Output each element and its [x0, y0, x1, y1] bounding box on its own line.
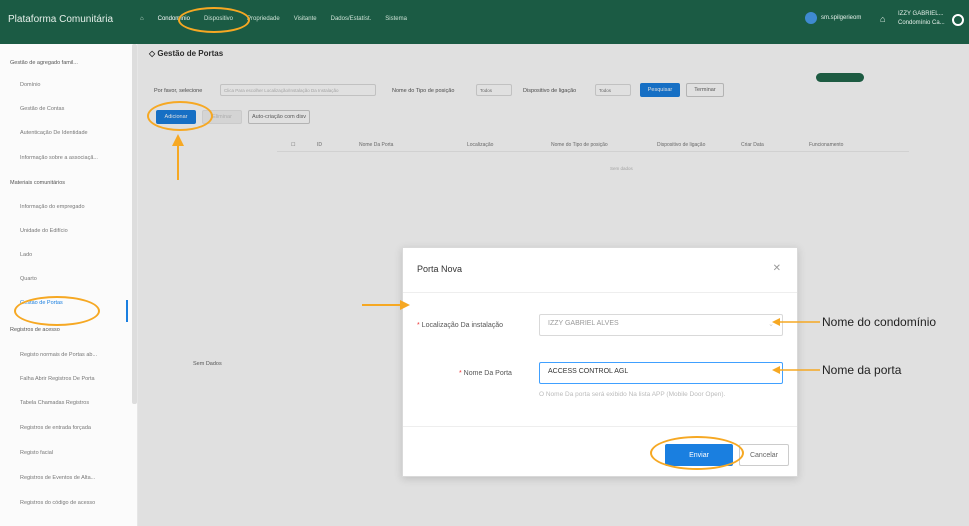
annotation-arrows [172, 134, 820, 374]
annotation-door: Nome da porta [822, 363, 902, 377]
annotation-condo: Nome do condomínio [822, 315, 937, 329]
arrow-up-head [172, 134, 184, 146]
callout-head-door [772, 366, 780, 374]
callout-head-condo [772, 318, 780, 326]
arrow-right-head [400, 300, 410, 310]
